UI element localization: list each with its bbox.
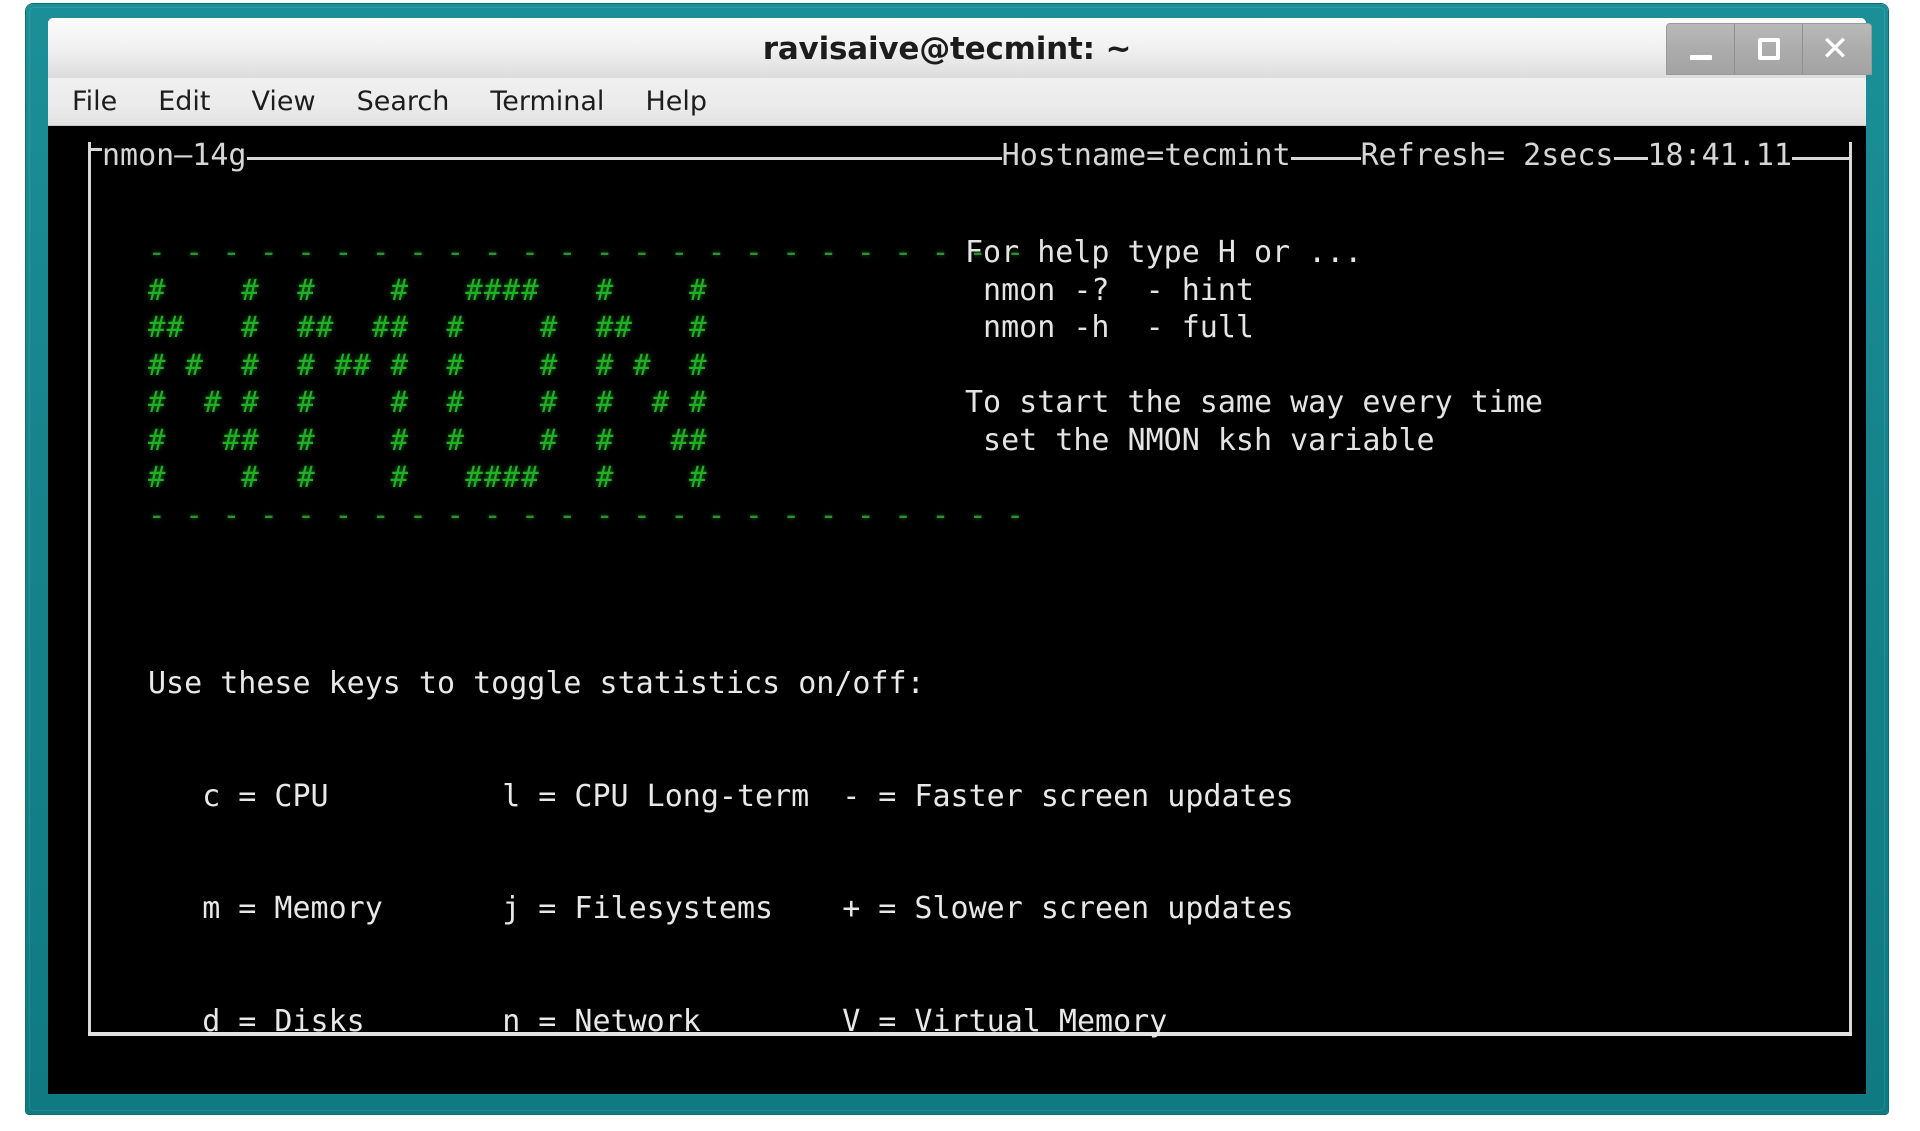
menu-item-view[interactable]: View (251, 86, 315, 117)
key-entry[interactable]: n = Network (502, 1003, 842, 1041)
menubar: File Edit View Search Terminal Help (48, 78, 1866, 126)
nmon-hostname-label: Hostname=tecmint (1001, 137, 1291, 173)
key-entry[interactable]: d = Disks (202, 1003, 502, 1041)
close-button[interactable]: ✕ (1803, 24, 1871, 74)
nmon-ascii-logo: - - - - - - - - - - - - - - - - - - - - … (148, 234, 1025, 534)
header-rule-3 (1613, 156, 1648, 160)
key-entry[interactable]: j = Filesystems (502, 890, 842, 928)
nmon-body: - - - - - - - - - - - - - - - - - - - - … (110, 182, 1830, 1039)
screenshot-root: ravisaive@tecmint: ~ ✕ File Edit View Se… (0, 0, 1920, 1131)
nmon-box-right-border (1849, 142, 1852, 1036)
key-entry[interactable]: c = CPU (202, 778, 502, 816)
terminal-canvas[interactable]: nmon—14g Hostname=tecmint Refresh= 2secs… (48, 126, 1866, 1094)
logo-row-1: # # # # #### # # (148, 272, 708, 307)
header-rule-1 (246, 156, 1002, 160)
logo-row-4: # # # # # # # # # # (148, 385, 708, 419)
menu-item-file[interactable]: File (72, 86, 117, 117)
menu-item-terminal[interactable]: Terminal (490, 86, 604, 117)
window-titlebar[interactable]: ravisaive@tecmint: ~ ✕ (48, 18, 1872, 78)
keys-row: d = Disks n = Network V = Virtual Memory (148, 1003, 1294, 1041)
minimize-button[interactable] (1667, 24, 1735, 74)
window-title: ravisaive@tecmint: ~ (762, 31, 1132, 67)
close-icon: ✕ (1820, 29, 1850, 69)
logo-bottom-rule: - - - - - - - - - - - - - - - - - - - - … (148, 497, 1025, 532)
nmon-help-column: For help type H or ... nmon -? - hint nm… (965, 234, 1543, 459)
key-entry[interactable]: + = Slower screen updates (842, 890, 1294, 928)
header-rule-2 (1290, 156, 1361, 160)
help-line-1: For help type H or ... (965, 235, 1363, 270)
key-entry[interactable]: V = Virtual Memory (842, 1003, 1167, 1041)
help-line-2: nmon -? - hint (965, 272, 1254, 308)
help-line-3: nmon -h - full (965, 310, 1254, 345)
menu-item-edit[interactable]: Edit (158, 86, 210, 117)
nmon-version-label: nmon—14g (102, 137, 247, 173)
key-entry[interactable]: - = Faster screen updates (842, 778, 1294, 816)
logo-top-rule: - - - - - - - - - - - - - - - - - - - - … (148, 235, 1025, 269)
minimize-icon (1689, 54, 1712, 60)
nmon-time-label: 18:41.11 (1647, 137, 1793, 173)
logo-row-3: # # # # ## # # # # # # (148, 347, 708, 382)
key-entry[interactable]: l = CPU Long-term (502, 778, 842, 816)
nmon-screen: nmon—14g Hostname=tecmint Refresh= 2secs… (88, 130, 1852, 1094)
maximize-button[interactable] (1735, 24, 1803, 74)
menu-item-help[interactable]: Help (645, 86, 707, 117)
nmon-refresh-label: Refresh= 2secs (1360, 137, 1614, 173)
help-line-4: To start the same way every time (965, 385, 1543, 420)
logo-row-5: # ## # # # # # ## (148, 422, 708, 457)
nmon-header-line: nmon—14g Hostname=tecmint Refresh= 2secs… (88, 136, 1850, 174)
nmon-keys-block: Use these keys to toggle statistics on/o… (148, 590, 1294, 1094)
key-entry[interactable]: m = Memory (202, 890, 502, 928)
keys-row: m = Memory j = Filesystems + = Slower scre… (148, 890, 1294, 928)
help-line-5: set the NMON ksh variable (965, 422, 1435, 458)
window-controls: ✕ (1666, 23, 1872, 75)
menu-item-search[interactable]: Search (357, 86, 450, 117)
logo-row-6: # # # # #### # # (148, 460, 708, 494)
maximize-icon (1757, 38, 1780, 60)
header-rule-4 (1792, 156, 1850, 160)
logo-row-2: ## # ## ## # # ## # (148, 310, 708, 344)
keys-row: c = CPU l = CPU Long-term - = Faster scree… (148, 778, 1294, 816)
nmon-box-left-border (88, 142, 91, 1036)
terminal-window-frame: ravisaive@tecmint: ~ ✕ File Edit View Se… (26, 4, 1888, 1114)
keys-title: Use these keys to toggle statistics on/o… (148, 666, 925, 701)
